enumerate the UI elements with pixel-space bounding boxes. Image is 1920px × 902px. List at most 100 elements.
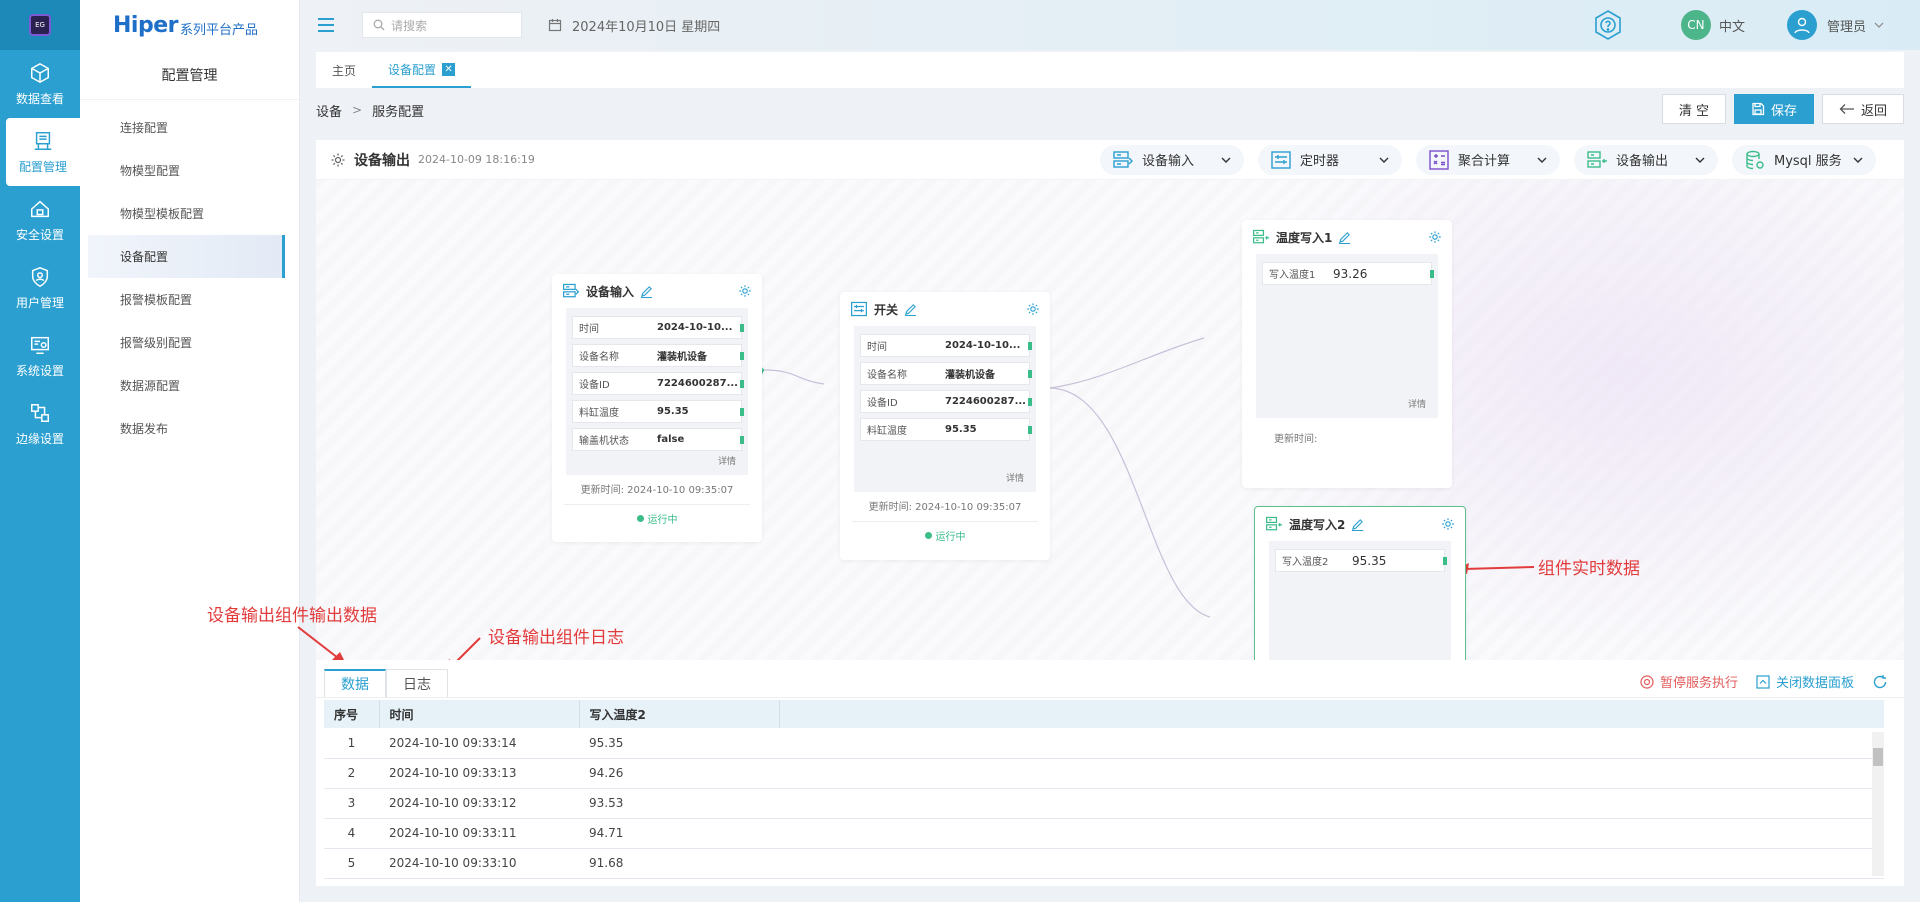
node-temp-write-1[interactable]: 温度写入1 写入温度1 93.26 详情 更新时间: — [1242, 220, 1452, 488]
edit-icon[interactable] — [904, 303, 917, 316]
node-title: 温度写入1 — [1276, 230, 1333, 245]
status-text: 运行中 — [647, 515, 678, 526]
field-value: 灌装机设备 — [945, 370, 995, 381]
subnav-item-alarm-level[interactable]: 报警级别配置 — [88, 321, 299, 364]
gear-icon[interactable] — [1441, 517, 1455, 531]
output-port[interactable] — [1028, 398, 1032, 406]
scrollbar-thumb[interactable] — [1873, 748, 1883, 766]
table-row[interactable]: 4 2024-10-10 09:33:11 94.71 — [324, 818, 1884, 849]
table-row[interactable]: 2 2024-10-10 09:33:13 94.26 — [324, 758, 1884, 789]
cell-time: 2024-10-10 09:33:10 — [379, 848, 579, 879]
avatar[interactable] — [1786, 10, 1817, 40]
tab-log[interactable]: 日志 — [386, 669, 448, 697]
node-device-input[interactable]: 设备输入 时间 2024-10-10... 设备名称 灌装机设备 设备ID 72246… — [552, 274, 762, 542]
table-row[interactable]: 3 2024-10-10 09:33:12 93.53 — [324, 788, 1884, 819]
field-key: 设备名称 — [867, 370, 907, 381]
refresh-icon[interactable] — [1872, 674, 1888, 690]
gear-icon[interactable] — [738, 284, 752, 298]
user-name[interactable]: 管理员 — [1827, 16, 1866, 35]
input-port[interactable] — [1430, 270, 1434, 278]
input-port[interactable] — [1443, 557, 1447, 565]
back-label: 返回 — [1860, 103, 1887, 119]
pause-service-button[interactable]: 暂停服务执行 — [1640, 672, 1738, 691]
close-icon[interactable]: ✕ — [442, 62, 456, 76]
node-detail-link[interactable]: 详情 — [860, 471, 1030, 484]
back-button[interactable]: 返回 — [1821, 94, 1904, 124]
subnav-item-thing-template[interactable]: 物模型模板配置 — [88, 192, 299, 235]
column-header[interactable]: 时间 — [379, 700, 580, 728]
cell-value: 95.35 — [579, 728, 779, 759]
chevron-down-icon[interactable] — [1874, 20, 1884, 30]
rail-item-config[interactable]: 配置管理 — [6, 118, 80, 186]
save-label: 保存 — [1770, 103, 1797, 119]
output-port[interactable] — [1028, 370, 1032, 378]
tool-device-input[interactable]: 设备输入 — [1100, 144, 1244, 175]
language-label[interactable]: 中文 — [1719, 16, 1745, 35]
cell-value: 91.68 — [579, 848, 779, 879]
output-port[interactable] — [740, 352, 744, 360]
rail-item-edge[interactable]: 边缘设置 — [0, 390, 80, 458]
breadcrumb-root[interactable]: 设备 — [316, 101, 342, 120]
column-header[interactable]: 序号 — [324, 700, 380, 728]
search-input[interactable]: 请搜索 — [362, 12, 522, 38]
rail-item-data-view[interactable]: 数据查看 — [0, 50, 80, 118]
table-row[interactable]: 1 2024-10-10 09:33:14 95.35 — [324, 728, 1884, 759]
edit-icon[interactable] — [1338, 231, 1351, 244]
cell-index: 2 — [324, 758, 379, 789]
node-temp-write-2[interactable]: 温度写入2 写入温度2 95.35 — [1254, 506, 1466, 660]
table-scrollbar[interactable] — [1872, 732, 1884, 876]
rail-item-users[interactable]: 用户管理 — [0, 254, 80, 322]
language-badge[interactable]: CN — [1680, 10, 1711, 40]
node-detail-link[interactable]: 详情 — [1262, 397, 1432, 410]
edit-icon[interactable] — [1351, 518, 1364, 531]
status-text: 运行中 — [935, 532, 966, 543]
rail-item-system[interactable]: 系统设置 — [0, 322, 80, 390]
tab-device-config[interactable]: 设备配置 ✕ — [372, 52, 472, 88]
search-icon — [373, 19, 385, 31]
node-switch[interactable]: 开关 时间 2024-10-10... 设备名称 灌装机设备 设备ID 7224600… — [840, 292, 1050, 560]
table-header-row: 序号 时间 写入温度2 — [324, 700, 1884, 728]
flow-canvas[interactable]: 设备输入 时间 2024-10-10... 设备名称 灌装机设备 设备ID 72246… — [316, 180, 1904, 660]
rail-item-label: 安全设置 — [15, 227, 64, 242]
subnav-item-datasource[interactable]: 数据源配置 — [88, 364, 299, 407]
rail-item-label: 边缘设置 — [15, 431, 64, 446]
tool-timer[interactable]: 定时器 — [1258, 144, 1402, 175]
column-header[interactable]: 写入温度2 — [579, 700, 780, 728]
tab-home[interactable]: 主页 — [316, 52, 372, 88]
device-output-icon — [1266, 516, 1283, 531]
output-port[interactable] — [740, 408, 744, 416]
gear-icon[interactable] — [1026, 302, 1040, 316]
output-port[interactable] — [740, 380, 744, 388]
output-port[interactable] — [1028, 426, 1032, 434]
edit-icon[interactable] — [640, 285, 653, 298]
subnav-item-device-config[interactable]: 设备配置 — [88, 235, 285, 278]
subnav-item-thing-model[interactable]: 物模型配置 — [88, 149, 299, 192]
subnav-item-connection[interactable]: 连接配置 — [88, 106, 299, 149]
subnav-item-alarm-template[interactable]: 报警模板配置 — [88, 278, 299, 321]
tool-mysql-service[interactable]: Mysql 服务 — [1732, 144, 1876, 175]
output-port[interactable] — [740, 324, 744, 332]
subnav-item-data-publish[interactable]: 数据发布 — [88, 407, 299, 450]
table-row[interactable]: 5 2024-10-10 09:33:10 91.68 — [324, 848, 1884, 879]
rail-item-security[interactable]: 安全设置 — [0, 186, 80, 254]
tool-device-output[interactable]: 设备输出 — [1574, 144, 1718, 175]
close-data-panel-button[interactable]: 关闭数据面板 — [1756, 672, 1854, 691]
output-port[interactable] — [1028, 342, 1032, 350]
save-button[interactable]: 保存 — [1733, 94, 1814, 124]
clear-button[interactable]: 清 空 — [1661, 94, 1726, 124]
node-detail-link[interactable]: 详情 — [572, 454, 742, 467]
help-icon[interactable] — [1591, 8, 1625, 42]
chevron-down-icon — [1379, 157, 1389, 163]
field-key: 设备ID — [579, 380, 610, 391]
tab-data[interactable]: 数据 — [324, 669, 386, 697]
app-logo[interactable]: EG — [0, 0, 80, 50]
menu-toggle-icon[interactable] — [318, 18, 334, 32]
icon-rail: EG 数据查看 配置管理 安全设置 用户管理 系统设置 边缘设置 — [0, 0, 80, 902]
output-port[interactable] — [740, 436, 744, 444]
settings-icon[interactable] — [330, 152, 346, 168]
tool-aggregate[interactable]: 聚合计算 — [1416, 144, 1560, 175]
field-value: 95.35 — [657, 406, 689, 417]
node-header: 设备输入 — [552, 274, 762, 308]
gear-icon[interactable] — [1428, 230, 1442, 244]
panel-timestamp: 2024-10-09 18:16:19 — [418, 153, 535, 166]
